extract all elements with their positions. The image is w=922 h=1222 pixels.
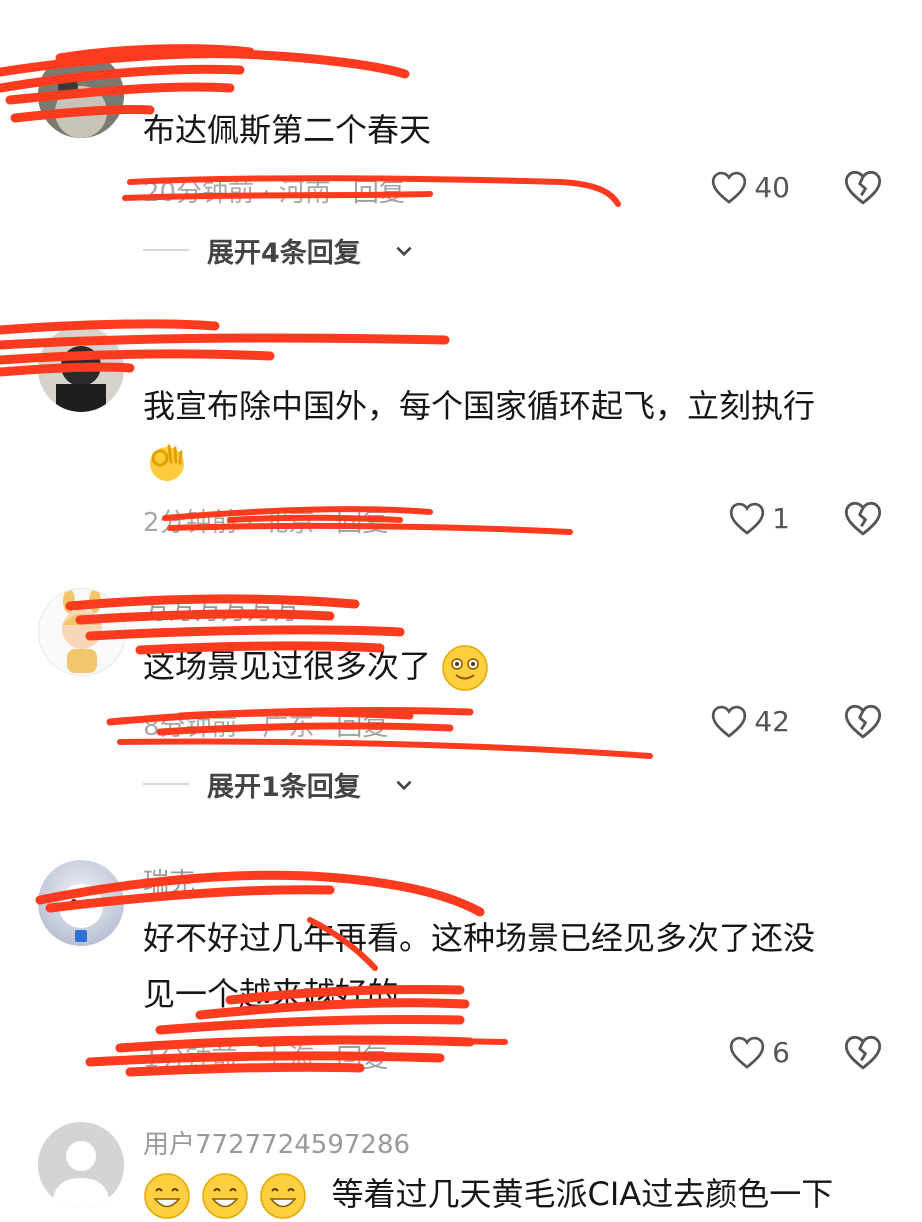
avatar[interactable] (38, 52, 124, 138)
comment-text: 好不好过几年再看。这种场景已经见多次了还没 见一个越来越好的 (143, 910, 815, 1022)
avatar-image (38, 860, 124, 946)
dislike-icon[interactable] (843, 701, 883, 741)
like-count: 40 (754, 170, 790, 204)
like-button[interactable]: 42 (710, 701, 790, 741)
default-avatar-icon (38, 1122, 124, 1208)
avatar[interactable] (38, 326, 124, 412)
comment-time-location: 8分钟前 · 广东 (143, 712, 315, 742)
divider (143, 249, 189, 251)
like-button[interactable]: 6 (728, 1032, 790, 1072)
smiling-face-icon (442, 645, 488, 691)
like-count: 6 (772, 1035, 790, 1069)
comment-text: 这场景见过很多次了 (143, 638, 489, 694)
avatar-image (38, 326, 124, 412)
reply-button[interactable]: 回复 (336, 712, 388, 742)
comment-text: 我宣布除中国外，每个国家循环起飞，立刻执行 (143, 387, 816, 425)
comment-meta: 8分钟前 · 广东 回复 (143, 706, 388, 743)
grinning-face-icon (144, 1173, 190, 1219)
comment-username[interactable]: 万万万万万万 (143, 590, 299, 627)
dislike-icon[interactable] (843, 498, 883, 538)
like-count: 1 (772, 501, 790, 535)
heart-icon (712, 171, 747, 204)
comment-time-location: 20分钟前 · 河南 (143, 178, 331, 208)
like-button[interactable]: 40 (710, 167, 790, 207)
expand-replies-label: 展开4条回复 (207, 237, 361, 269)
ok-hand-icon (143, 436, 191, 484)
dislike-icon[interactable] (843, 1032, 883, 1072)
grinning-face-icon (260, 1173, 307, 1219)
expand-replies-button[interactable]: 展开1条回复 (143, 766, 443, 803)
comment-text: 等着过几天黄毛派CIA过去颜色一下 (143, 1166, 833, 1222)
comment-time-location: 1分钟前 · 上海 (143, 1044, 315, 1074)
avatar[interactable] (38, 588, 126, 676)
comment-time-location: 2分钟前 · 北京 (143, 508, 315, 538)
chevron-down-icon (396, 246, 412, 257)
comment-text-line: 见一个越来越好的 (143, 975, 400, 1013)
comment-text: 布达佩斯第二个春天 (143, 111, 432, 149)
redaction-stroke (0, 319, 220, 335)
heart-icon (729, 1036, 765, 1069)
comment-meta: 1分钟前 · 上海 回复 (143, 1038, 388, 1075)
chevron-down-icon (396, 780, 412, 791)
comment-text-line: 好不好过几年再看。这种场景已经见多次了还没 (143, 919, 816, 957)
reply-button[interactable]: 回复 (353, 178, 405, 208)
comment-meta: 20分钟前 · 河南 回复 (143, 172, 405, 209)
comment-text-content: 这场景见过很多次了 (143, 647, 432, 685)
avatar-image (38, 52, 124, 138)
like-button[interactable]: 1 (728, 498, 790, 538)
heart-icon (712, 705, 747, 738)
comment-username[interactable]: 瑞克 (143, 862, 195, 899)
like-count: 42 (754, 704, 790, 738)
comment-text-content: 等着过几天黄毛派CIA过去颜色一下 (331, 1175, 834, 1213)
divider (143, 783, 189, 785)
heart-icon (729, 502, 765, 535)
avatar[interactable] (38, 1122, 124, 1208)
redaction-stroke (117, 738, 653, 759)
expand-replies-label: 展开1条回复 (207, 771, 361, 803)
expand-replies-button[interactable]: 展开4条回复 (143, 232, 443, 269)
comment-username[interactable]: 用户7727724597286 (143, 1124, 410, 1161)
grinning-face-icon (202, 1173, 248, 1219)
avatar[interactable] (38, 860, 124, 946)
reply-button[interactable]: 回复 (336, 1044, 388, 1074)
redaction-stroke (85, 625, 405, 641)
dislike-icon[interactable] (843, 167, 883, 207)
reply-button[interactable]: 回复 (336, 508, 388, 538)
comment-meta: 2分钟前 · 北京 回复 (143, 502, 388, 539)
avatar-image (39, 589, 125, 675)
